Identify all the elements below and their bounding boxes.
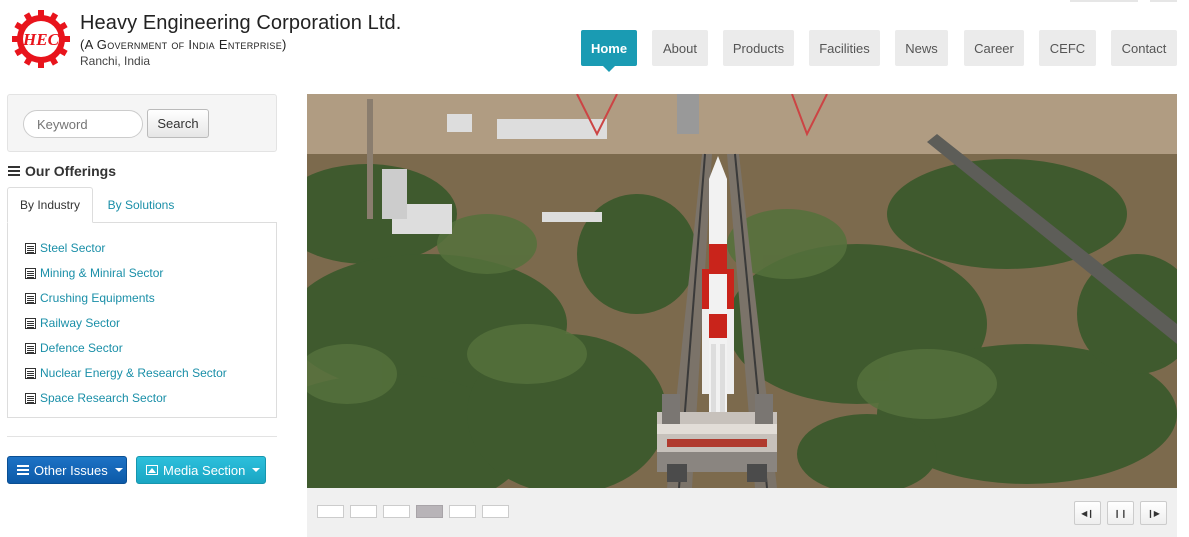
next-slide-button[interactable]: ❙▶	[1140, 501, 1167, 525]
search-input[interactable]	[23, 110, 143, 138]
nav-contact[interactable]: Contact	[1111, 30, 1177, 66]
nav-home[interactable]: Home	[581, 30, 637, 72]
other-issues-label: Other Issues	[34, 462, 108, 478]
sector-list: Steel Sector Mining & Miniral Sector Cru…	[7, 222, 277, 418]
caret-down-icon	[252, 468, 261, 472]
page: HEC Heavy Engineering Corporation Ltd. (…	[0, 0, 1189, 537]
pause-slide-button[interactable]: ❙❙	[1107, 501, 1134, 525]
list-item[interactable]: Nuclear Energy & Research Sector	[25, 366, 227, 380]
document-icon	[25, 267, 36, 279]
sidebar-divider	[7, 436, 277, 437]
document-icon	[25, 392, 36, 404]
list-icon	[17, 464, 29, 476]
sector-link-space[interactable]: Space Research Sector	[40, 391, 167, 405]
slider-controls: ◀❙ ❙❙ ❙▶	[307, 488, 1177, 537]
offerings-heading: Our Offerings	[8, 163, 116, 179]
offerings-title: Our Offerings	[25, 163, 117, 179]
document-icon	[25, 317, 36, 329]
document-icon	[25, 242, 36, 254]
sector-link-steel[interactable]: Steel Sector	[40, 241, 105, 255]
slide-dot-4[interactable]	[416, 505, 443, 518]
next-icon: ❙▶	[1147, 508, 1160, 518]
slider-image[interactable]	[307, 94, 1177, 488]
top-strip-right	[1150, 0, 1177, 2]
list-item[interactable]: Railway Sector	[25, 316, 120, 330]
prev-icon: ◀❙	[1081, 508, 1094, 518]
nav-products[interactable]: Products	[723, 30, 794, 66]
nav-career[interactable]: Career	[964, 30, 1024, 66]
list-item[interactable]: Defence Sector	[25, 341, 123, 355]
slide-dot-6[interactable]	[482, 505, 509, 518]
list-icon	[8, 165, 20, 177]
slide-dot-2[interactable]	[350, 505, 377, 518]
document-icon	[25, 367, 36, 379]
nav-news[interactable]: News	[895, 30, 948, 66]
prev-slide-button[interactable]: ◀❙	[1074, 501, 1101, 525]
list-item[interactable]: Steel Sector	[25, 241, 105, 255]
pause-icon: ❙❙	[1113, 508, 1128, 518]
media-section-label: Media Section	[163, 462, 246, 478]
document-icon	[25, 292, 36, 304]
tab-by-industry[interactable]: By Industry	[7, 187, 93, 223]
nav-cefc[interactable]: CEFC	[1039, 30, 1096, 66]
search-button[interactable]: Search	[147, 109, 209, 138]
sector-link-nuclear[interactable]: Nuclear Energy & Research Sector	[40, 366, 227, 380]
other-issues-button[interactable]: Other Issues	[7, 456, 127, 484]
slide-dot-3[interactable]	[383, 505, 410, 518]
sector-link-mining[interactable]: Mining & Miniral Sector	[40, 266, 163, 280]
media-section-button[interactable]: Media Section	[136, 456, 266, 484]
offerings-tabs: By Industry By Solutions	[7, 187, 277, 223]
sector-link-railway[interactable]: Railway Sector	[40, 316, 120, 330]
sector-link-crushing[interactable]: Crushing Equipments	[40, 291, 155, 305]
nav-about[interactable]: About	[652, 30, 708, 66]
list-item[interactable]: Space Research Sector	[25, 391, 167, 405]
caret-down-icon	[114, 468, 123, 472]
document-icon	[25, 342, 36, 354]
top-strip-left	[1070, 0, 1138, 2]
search-panel: Search	[7, 94, 277, 152]
nav-facilities[interactable]: Facilities	[809, 30, 880, 66]
sector-link-defence[interactable]: Defence Sector	[40, 341, 123, 355]
main-nav: Home About Products Facilities News Care…	[0, 30, 1189, 72]
slide-dot-1[interactable]	[317, 505, 344, 518]
tab-by-solutions[interactable]: By Solutions	[97, 187, 185, 223]
list-item[interactable]: Mining & Miniral Sector	[25, 266, 163, 280]
list-item[interactable]: Crushing Equipments	[25, 291, 155, 305]
slide-dot-5[interactable]	[449, 505, 476, 518]
picture-icon	[146, 465, 158, 475]
